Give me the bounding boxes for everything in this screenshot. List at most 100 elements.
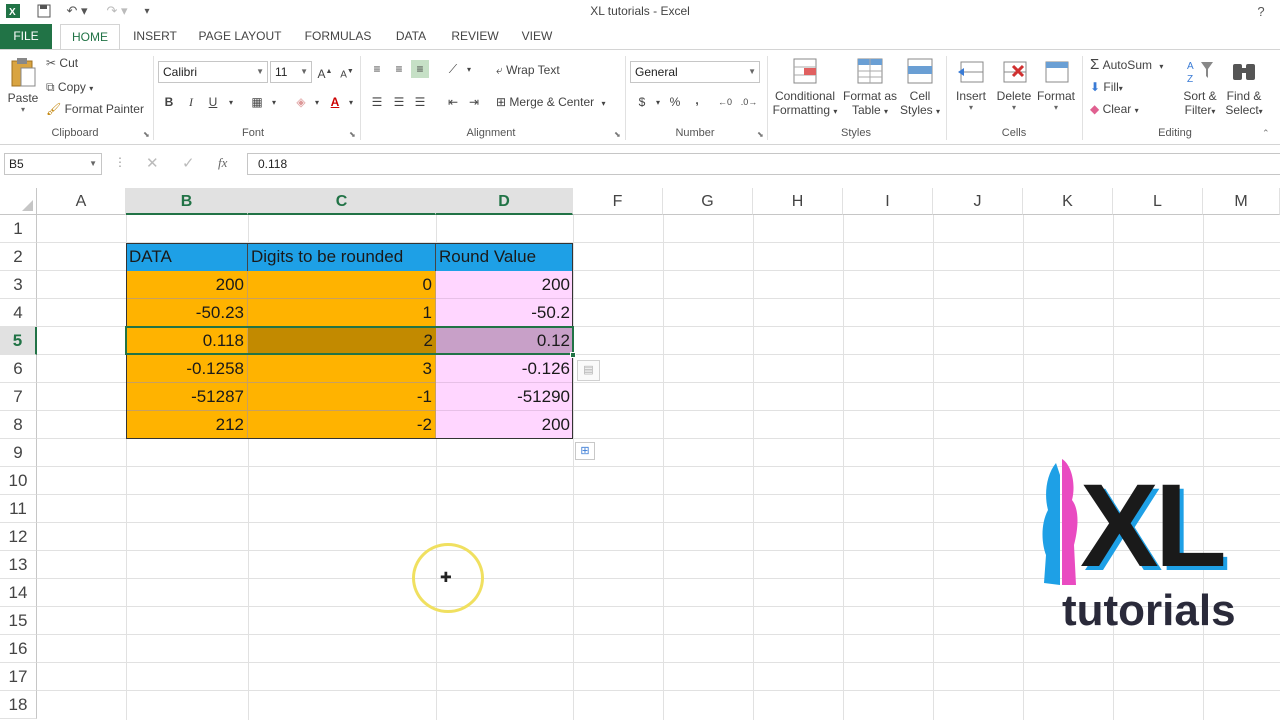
row-header-18[interactable]: 18 [0,691,37,719]
row-header-3[interactable]: 3 [0,271,37,299]
number-format-select[interactable]: General ▼ [630,61,760,83]
column-header-i[interactable]: I [843,188,933,215]
cell-c2[interactable]: Digits to be rounded [248,243,436,271]
column-header-d[interactable]: D [436,188,573,215]
enter-check-icon[interactable]: ✓ [182,154,195,172]
row-header-7[interactable]: 7 [0,383,37,411]
tab-insert[interactable]: INSERT [128,24,182,49]
cell-b3[interactable]: 200 [126,271,248,299]
comma-button[interactable]: , [688,91,706,109]
increase-font-icon[interactable]: A▲ [316,63,334,81]
cell-styles-button[interactable]: Cell Styles ▾ [900,56,940,117]
bold-button[interactable]: B [160,93,178,111]
format-painter-button[interactable]: 🖌 Format Painter [46,102,144,116]
cell-d4[interactable]: -50.2 [436,299,573,327]
align-top-icon[interactable]: ≡ [368,60,386,78]
cell-d6[interactable]: -0.126 [436,355,573,383]
help-icon[interactable]: ? [1252,2,1270,20]
cell-c8[interactable]: -2 [248,411,436,439]
cell-c3[interactable]: 0 [248,271,436,299]
cell-c7[interactable]: -1 [248,383,436,411]
align-right-icon[interactable]: ☰ [411,93,429,111]
conditional-formatting-button[interactable]: Conditional Formatting ▾ [772,56,838,117]
row-header-12[interactable]: 12 [0,523,37,551]
formula-input[interactable]: 0.118 [247,153,1280,175]
alignment-launcher-icon[interactable]: ⬊ [614,130,621,139]
row-header-6[interactable]: 6 [0,355,37,383]
decrease-font-icon[interactable]: A▼ [338,63,356,81]
fill-button[interactable]: ⬇ Fill▾ [1090,80,1123,94]
tab-page-layout[interactable]: PAGE LAYOUT [192,24,288,49]
column-header-b[interactable]: B [126,188,248,215]
row-header-11[interactable]: 11 [0,495,37,523]
row-header-1[interactable]: 1 [0,215,37,243]
align-middle-icon[interactable]: ≡ [390,60,408,78]
cell-b7[interactable]: -51287 [126,383,248,411]
cell-b4[interactable]: -50.23 [126,299,248,327]
underline-button[interactable]: U [204,93,222,111]
align-left-icon[interactable]: ☰ [368,93,386,111]
font-name-select[interactable]: Calibri ▼ [158,61,268,83]
name-box[interactable]: B5 ▼ [4,153,102,175]
quick-analysis-icon[interactable]: ▤ [577,360,600,381]
column-header-a[interactable]: A [37,188,126,215]
cell-d5[interactable]: 0.12 [436,327,573,355]
borders-icon[interactable]: ▦ [248,93,266,111]
row-header-8[interactable]: 8 [0,411,37,439]
row-header-14[interactable]: 14 [0,579,37,607]
cut-button[interactable]: ✂ Cut [46,56,78,70]
cell-d8[interactable]: 200 [436,411,573,439]
row-header-15[interactable]: 15 [0,607,37,635]
format-cells-button[interactable]: Format ▾ [1036,56,1076,112]
column-header-f[interactable]: F [573,188,663,215]
delete-cells-button[interactable]: Delete ▾ [994,56,1034,112]
orientation-dropdown-icon[interactable]: ▾ [460,61,478,79]
collapse-ribbon-icon[interactable]: ⌃ [1262,128,1270,139]
number-launcher-icon[interactable]: ⬊ [757,130,764,139]
cell-c4[interactable]: 1 [248,299,436,327]
row-header-13[interactable]: 13 [0,551,37,579]
paste-button[interactable]: Paste ▾ [6,56,40,126]
cell-d7[interactable]: -51290 [436,383,573,411]
clear-button[interactable]: ◆ Clear ▾ [1090,102,1139,116]
row-header-16[interactable]: 16 [0,635,37,663]
auto-fill-options-icon[interactable]: ⊞ [575,442,595,460]
currency-dropdown-icon[interactable]: ▾ [649,94,667,112]
merge-center-button[interactable]: ⊞ Merge & Center ▾ [496,95,605,109]
column-header-l[interactable]: L [1113,188,1203,215]
font-color-dropdown-icon[interactable]: ▾ [342,94,360,112]
row-header-17[interactable]: 17 [0,663,37,691]
decrease-decimal-icon[interactable]: .0→ [740,93,758,111]
tab-home[interactable]: HOME [60,24,120,50]
insert-function-icon[interactable]: fx [218,155,227,171]
cell-b2[interactable]: DATA [126,243,248,271]
column-header-c[interactable]: C [248,188,436,215]
font-launcher-icon[interactable]: ⬊ [349,130,356,139]
align-bottom-icon[interactable]: ≡ [411,60,429,78]
find-select-button[interactable]: Find & Select▾ [1222,56,1266,117]
column-header-j[interactable]: J [933,188,1023,215]
column-header-g[interactable]: G [663,188,753,215]
cell-b8[interactable]: 212 [126,411,248,439]
copy-button[interactable]: ⧉ Copy ▾ [46,80,93,95]
align-center-icon[interactable]: ☰ [390,93,408,111]
tab-formulas[interactable]: FORMULAS [298,24,378,49]
row-header-2[interactable]: 2 [0,243,37,271]
row-header-9[interactable]: 9 [0,439,37,467]
cell-d2[interactable]: Round Value [436,243,573,271]
increase-indent-icon[interactable]: ⇥ [465,93,483,111]
wrap-text-button[interactable]: ⤶ Wrap Text [496,63,560,78]
cancel-icon[interactable]: ✕ [146,154,159,172]
tab-view[interactable]: VIEW [514,24,560,49]
row-header-5[interactable]: 5 [0,327,37,355]
tab-file[interactable]: FILE [0,24,52,49]
cell-d3[interactable]: 200 [436,271,573,299]
tab-data[interactable]: DATA [388,24,434,49]
font-size-select[interactable]: 11 ▼ [270,61,312,83]
autosum-button[interactable]: Σ AutoSum ▾ [1090,56,1163,73]
borders-dropdown-icon[interactable]: ▾ [265,94,283,112]
insert-cells-button[interactable]: Insert ▾ [952,56,990,112]
italic-button[interactable]: I [182,93,200,111]
column-header-h[interactable]: H [753,188,843,215]
row-header-10[interactable]: 10 [0,467,37,495]
